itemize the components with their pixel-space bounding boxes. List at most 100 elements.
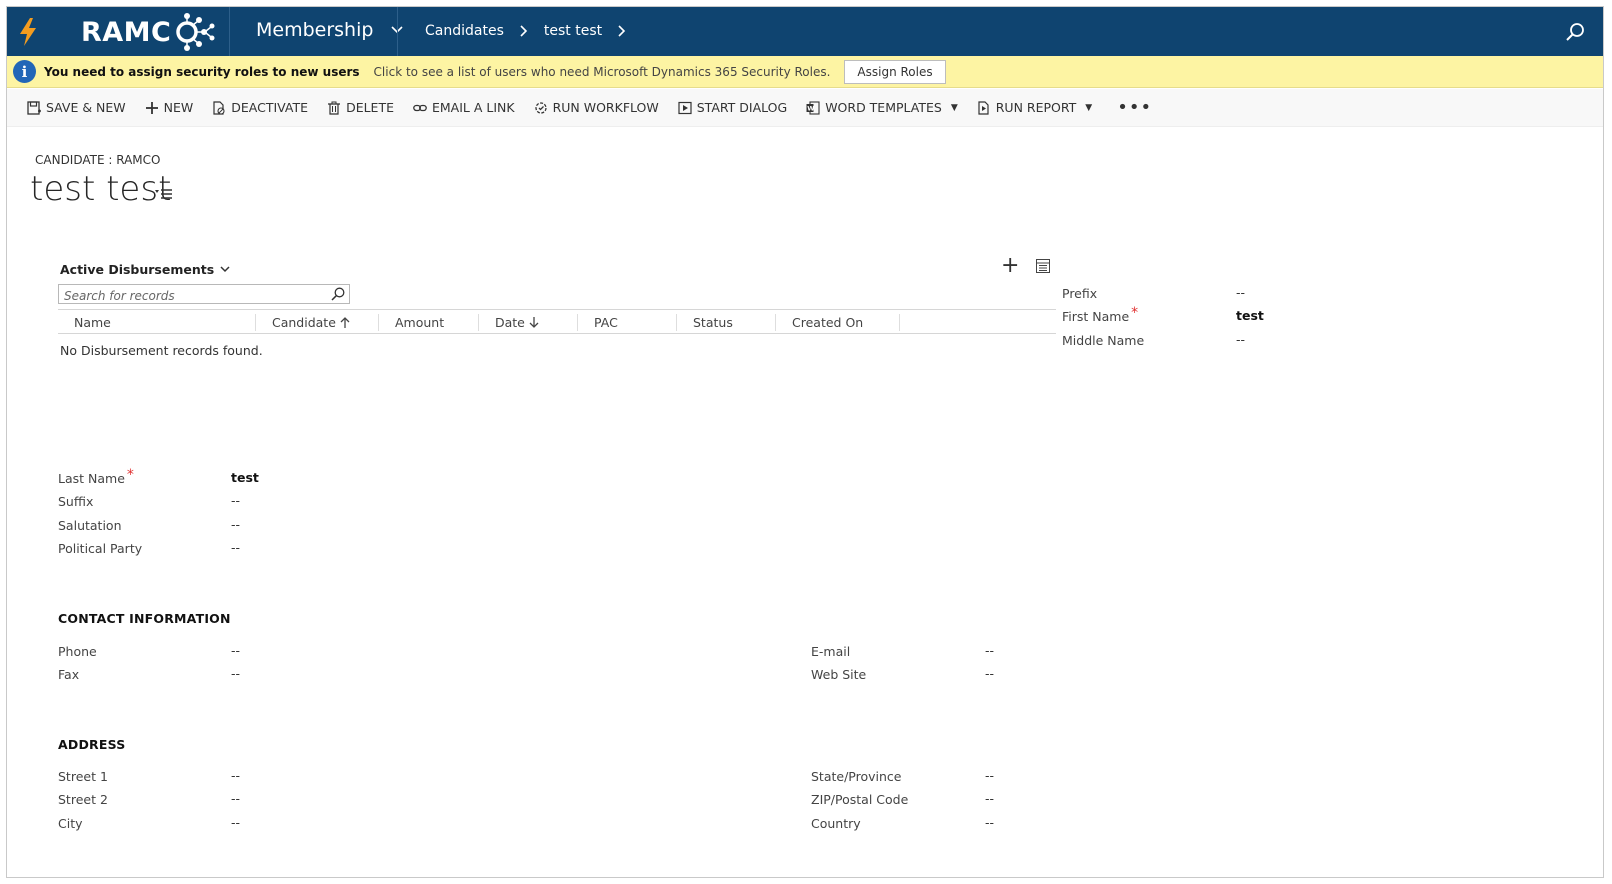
phone-label: Phone [58, 644, 97, 659]
subgrid-empty-message: No Disbursement records found. [60, 343, 263, 358]
save-new-label: SAVE & NEW [46, 100, 126, 115]
column-header-pac[interactable]: PAC [578, 314, 677, 331]
start-dialog-button[interactable]: START DIALOG [678, 100, 787, 115]
ramco-logo[interactable]: RAMC [81, 13, 217, 51]
column-header-status[interactable]: Status [677, 314, 776, 331]
street1-label: Street 1 [58, 769, 108, 784]
column-label: Name [74, 315, 111, 330]
email-value[interactable]: -- [985, 643, 994, 658]
subgrid-view-selector[interactable]: Active Disbursements [60, 262, 230, 277]
info-icon: i [13, 60, 36, 83]
column-label: Candidate [272, 315, 336, 330]
grid-view-icon[interactable] [1036, 259, 1050, 273]
street2-value[interactable]: -- [231, 791, 240, 806]
save-new-button[interactable]: SAVE & NEW [27, 100, 126, 115]
app-switcher[interactable]: Membership [256, 19, 404, 41]
street2-label: Street 2 [58, 792, 108, 807]
nav-divider [397, 7, 398, 56]
new-label: NEW [163, 100, 194, 115]
zip-label: ZIP/Postal Code [811, 792, 909, 807]
plus-icon [145, 101, 158, 114]
security-roles-notification[interactable]: i You need to assign security roles to n… [7, 56, 1603, 88]
column-header-name[interactable]: Name [58, 314, 256, 331]
notification-message[interactable]: Click to see a list of users who need Mi… [374, 65, 831, 79]
caret-down-icon: ▼ [1085, 102, 1093, 113]
salutation-value[interactable]: -- [231, 517, 240, 532]
word-templates-button[interactable]: W WORD TEMPLATES ▼ [806, 100, 958, 115]
prefix-label: Prefix [1062, 286, 1098, 301]
assign-roles-button[interactable]: Assign Roles [844, 59, 946, 84]
website-value[interactable]: -- [985, 666, 994, 681]
bolt-icon[interactable] [17, 17, 39, 47]
middle-name-value[interactable]: -- [1236, 332, 1245, 347]
logo-text: RAMC [81, 16, 172, 48]
first-name-value[interactable]: test [1236, 308, 1264, 323]
run-workflow-label: RUN WORKFLOW [552, 100, 659, 115]
city-value[interactable]: -- [231, 815, 240, 830]
address-section-title: ADDRESS [58, 737, 126, 752]
entity-type-label: CANDIDATE : RAMCO [35, 153, 161, 167]
workflow-icon [534, 101, 547, 114]
email-link-label: EMAIL A LINK [431, 100, 515, 115]
political-party-label: Political Party [58, 541, 143, 556]
subgrid-search-input[interactable] [59, 287, 319, 305]
required-marker: * [1131, 305, 1139, 321]
last-name-value[interactable]: test [231, 470, 259, 485]
state-label: State/Province [811, 769, 902, 784]
chevron-right-icon[interactable] [618, 25, 626, 37]
search-icon[interactable] [331, 287, 345, 301]
delete-label: DELETE [346, 100, 394, 115]
new-button[interactable]: NEW [145, 100, 194, 115]
zip-value[interactable]: -- [985, 791, 994, 806]
column-header-amount[interactable]: Amount [379, 314, 479, 331]
field-label-text: First Name [1062, 309, 1130, 324]
column-header-date[interactable]: Date [479, 314, 578, 331]
column-header-candidate[interactable]: Candidate [256, 314, 379, 331]
trash-icon [328, 101, 341, 115]
country-value[interactable]: -- [985, 815, 994, 830]
middle-name-label: Middle Name [1062, 333, 1145, 348]
run-report-button[interactable]: RUN REPORT ▼ [977, 100, 1092, 115]
deactivate-button[interactable]: DEACTIVATE [212, 100, 308, 115]
prefix-value[interactable]: -- [1236, 285, 1245, 300]
column-label: Amount [395, 315, 445, 330]
website-label: Web Site [811, 667, 867, 682]
start-dialog-label: START DIALOG [696, 100, 788, 115]
command-bar: SAVE & NEW NEW DEACTIVATE DELETE EMAIL A… [7, 89, 1603, 127]
search-icon[interactable] [1565, 22, 1585, 42]
breadcrumb-record[interactable]: test test [544, 23, 602, 39]
subgrid-search [58, 284, 350, 305]
email-link-button[interactable]: EMAIL A LINK [413, 100, 515, 115]
form-selector-icon[interactable] [155, 185, 173, 201]
state-value[interactable]: -- [985, 768, 994, 783]
first-name-label: First Name * [1062, 305, 1138, 325]
breadcrumb-candidates[interactable]: Candidates [425, 23, 504, 39]
top-nav-bar: RAMC Membership Candidates test test [7, 7, 1603, 56]
chevron-down-icon [220, 266, 230, 273]
salutation-label: Salutation [58, 518, 122, 533]
run-report-label: RUN REPORT [995, 100, 1077, 115]
street1-value[interactable]: -- [231, 768, 240, 783]
column-header-created-on[interactable]: Created On [776, 314, 900, 331]
run-workflow-button[interactable]: RUN WORKFLOW [534, 100, 659, 115]
email-label: E-mail [811, 644, 851, 659]
link-icon [413, 104, 427, 111]
subgrid-title: Active Disbursements [60, 262, 215, 277]
political-party-value[interactable]: -- [231, 540, 240, 555]
more-commands-button[interactable]: ••• [1117, 97, 1152, 118]
city-label: City [58, 816, 83, 831]
notification-heading: You need to assign security roles to new… [44, 64, 360, 79]
record-title: test test [30, 169, 172, 209]
column-label: PAC [594, 315, 618, 330]
fax-value[interactable]: -- [231, 666, 240, 681]
add-record-button[interactable]: + [1001, 255, 1019, 277]
field-label-text: Last Name [58, 471, 125, 486]
phone-value[interactable]: -- [231, 643, 240, 658]
suffix-value[interactable]: -- [231, 493, 240, 508]
save-new-icon [27, 100, 41, 115]
svg-text:W: W [807, 104, 814, 112]
delete-button[interactable]: DELETE [327, 100, 394, 115]
app-window: RAMC Membership Candidates test test i Y… [6, 6, 1604, 878]
breadcrumb: Candidates test test [425, 23, 626, 39]
deactivate-icon [213, 100, 225, 115]
